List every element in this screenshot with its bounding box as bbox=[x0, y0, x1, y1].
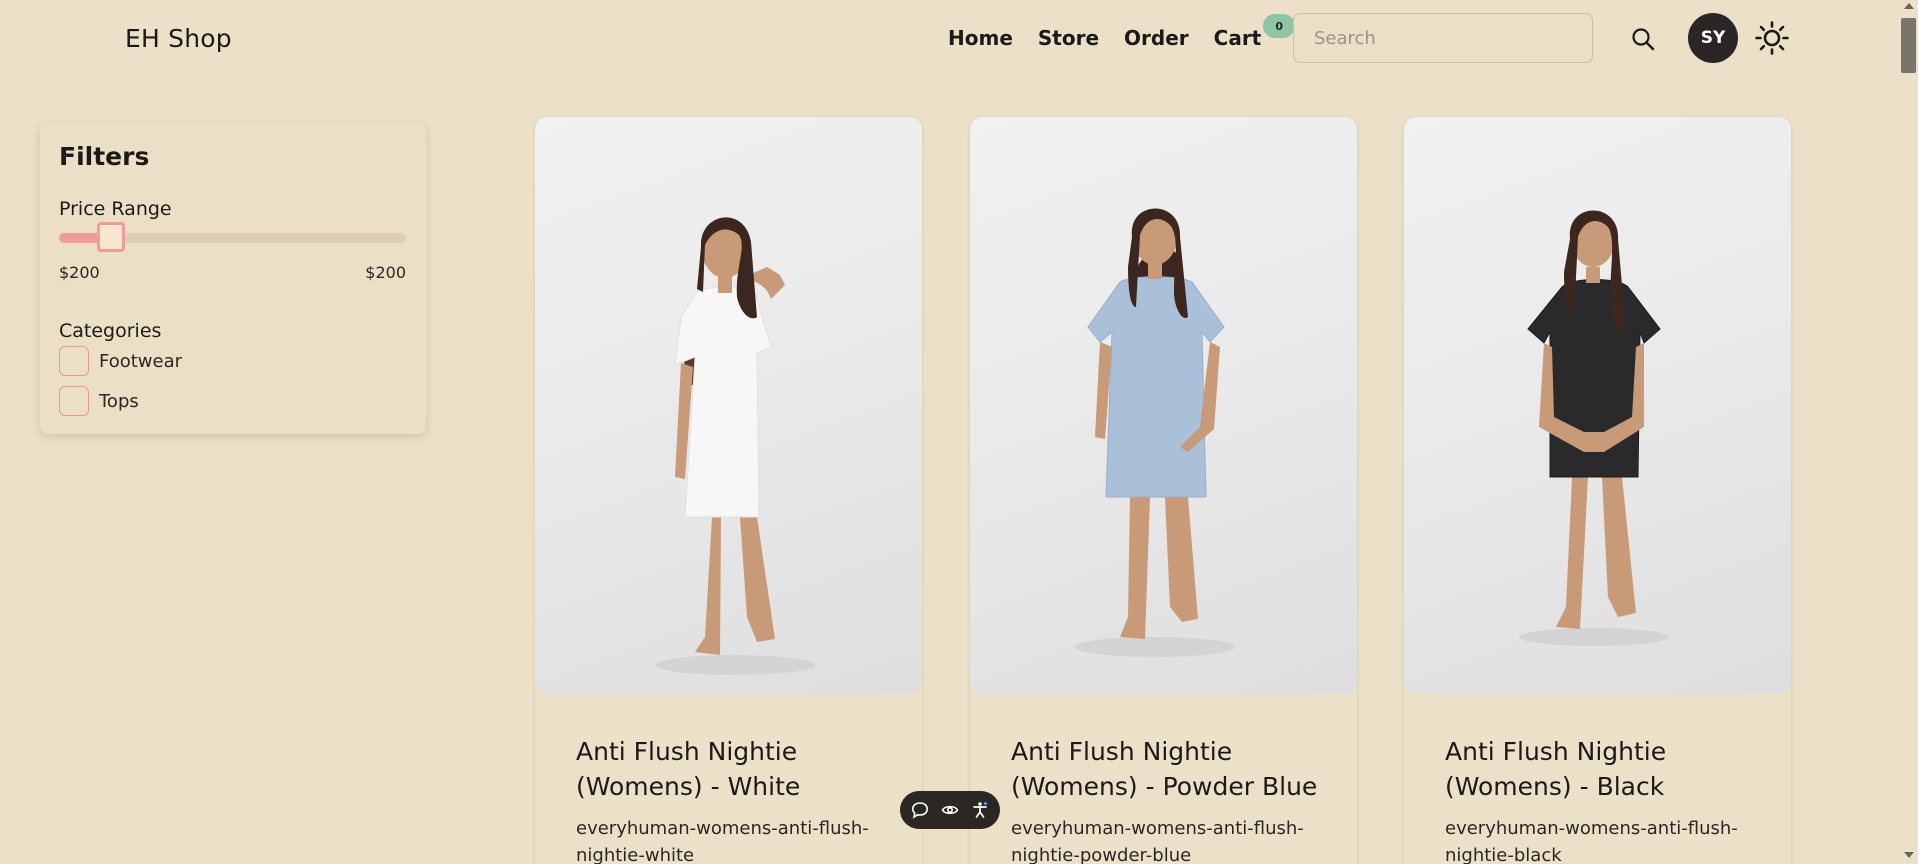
search-input[interactable] bbox=[1293, 13, 1593, 63]
user-avatar[interactable]: SY bbox=[1688, 13, 1738, 63]
product-image[interactable] bbox=[970, 117, 1357, 694]
product-slug: everyhuman-womens-anti-flush-nightie-bla… bbox=[1445, 818, 1738, 864]
scrollbar-thumb[interactable] bbox=[1901, 18, 1916, 73]
product-image[interactable] bbox=[1404, 117, 1791, 694]
site-header: EH Shop Home Store Order Cart 0 SY bbox=[0, 0, 1900, 78]
category-footwear-label: Footwear bbox=[99, 350, 183, 372]
price-range-thumb[interactable] bbox=[97, 222, 126, 252]
product-slug: everyhuman-womens-anti-flush-nightie-whi… bbox=[576, 818, 869, 864]
product-card[interactable]: Anti Flush Nightie (Womens) - White ever… bbox=[535, 117, 922, 864]
filters-title: Filters bbox=[59, 142, 150, 171]
scroll-up-arrow-icon[interactable] bbox=[1904, 3, 1914, 9]
main-nav: Home Store Order Cart 0 bbox=[948, 14, 1296, 50]
search-icon[interactable] bbox=[1629, 25, 1657, 53]
product-card[interactable]: Anti Flush Nightie (Womens) - Black ever… bbox=[1404, 117, 1791, 864]
chat-icon[interactable] bbox=[910, 800, 930, 820]
nav-cart[interactable]: Cart 0 bbox=[1213, 14, 1296, 50]
product-title[interactable]: Anti Flush Nightie (Womens) - Powder Blu… bbox=[1011, 734, 1331, 804]
brand-logo[interactable]: EH Shop bbox=[125, 24, 232, 53]
product-title[interactable]: Anti Flush Nightie (Womens) - Black bbox=[1445, 734, 1765, 804]
price-range-slider[interactable] bbox=[59, 222, 406, 252]
scroll-down-arrow-icon[interactable] bbox=[1904, 852, 1914, 858]
categories-label: Categories bbox=[59, 320, 162, 342]
product-title[interactable]: Anti Flush Nightie (Womens) - White bbox=[576, 734, 896, 804]
page-scrollbar[interactable] bbox=[1900, 0, 1918, 864]
category-footwear[interactable]: Footwear bbox=[59, 346, 182, 376]
price-range-label: Price Range bbox=[59, 198, 172, 220]
accessibility-icon[interactable] bbox=[970, 800, 990, 820]
sun-icon[interactable] bbox=[1754, 20, 1790, 56]
category-tops-checkbox[interactable] bbox=[59, 386, 89, 416]
nav-store[interactable]: Store bbox=[1038, 26, 1099, 50]
category-footwear-checkbox[interactable] bbox=[59, 346, 89, 376]
category-tops-label: Tops bbox=[99, 390, 139, 412]
price-max-value: $200 bbox=[365, 263, 406, 282]
filters-panel: Filters Price Range $200 $200 Categories… bbox=[40, 122, 426, 434]
floating-toolbar bbox=[900, 791, 1000, 829]
nav-home[interactable]: Home bbox=[948, 26, 1013, 50]
product-image[interactable] bbox=[535, 117, 922, 694]
price-min-value: $200 bbox=[59, 263, 100, 282]
product-card[interactable]: Anti Flush Nightie (Womens) - Powder Blu… bbox=[970, 117, 1357, 864]
eye-icon[interactable] bbox=[940, 800, 960, 820]
product-slug: everyhuman-womens-anti-flush-nightie-pow… bbox=[1011, 818, 1304, 864]
category-tops[interactable]: Tops bbox=[59, 386, 139, 416]
nav-cart-label: Cart bbox=[1213, 26, 1262, 50]
cart-count-badge: 0 bbox=[1263, 14, 1296, 38]
nav-order[interactable]: Order bbox=[1124, 26, 1189, 50]
